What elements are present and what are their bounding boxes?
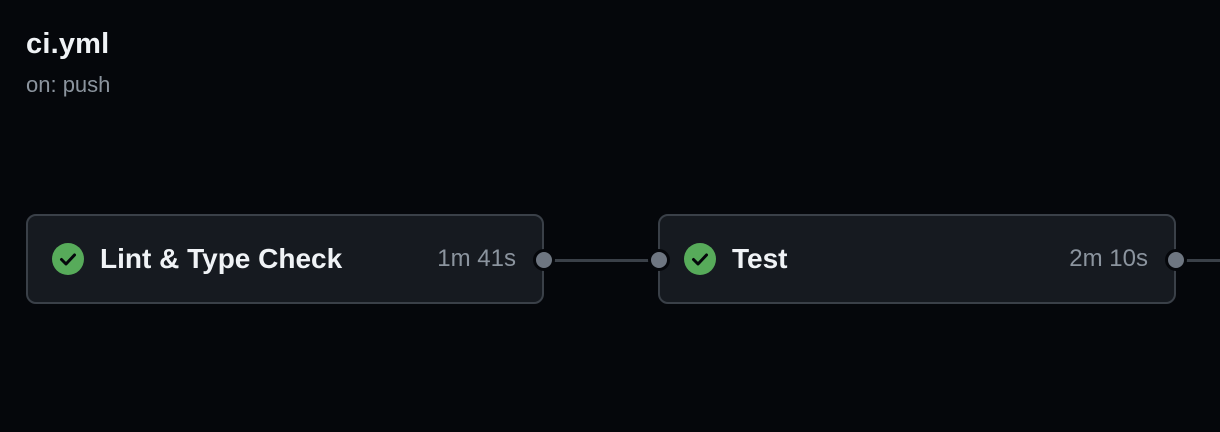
job-name: Lint & Type Check: [100, 243, 343, 274]
job-duration: 1m 41s: [437, 245, 516, 272]
job-connector: [544, 259, 660, 262]
check-circle-icon: [52, 243, 84, 275]
job-input-port: [648, 249, 670, 271]
check-circle-icon: [684, 243, 716, 275]
workflow-graph: Lint & Type Check 1m 41s Test 2m 10s: [0, 214, 1220, 308]
workflow-file-name: ci.yml: [26, 28, 110, 60]
job-duration: 2m 10s: [1069, 245, 1148, 272]
job-card-lint-type-check[interactable]: Lint & Type Check 1m 41s: [26, 214, 544, 304]
job-name: Test: [732, 243, 788, 274]
workflow-header: ci.yml on: push: [26, 24, 110, 100]
job-output-port: [1165, 249, 1187, 271]
job-card-test[interactable]: Test 2m 10s: [658, 214, 1176, 304]
job-output-port: [533, 249, 555, 271]
workflow-trigger: on: push: [26, 72, 111, 97]
